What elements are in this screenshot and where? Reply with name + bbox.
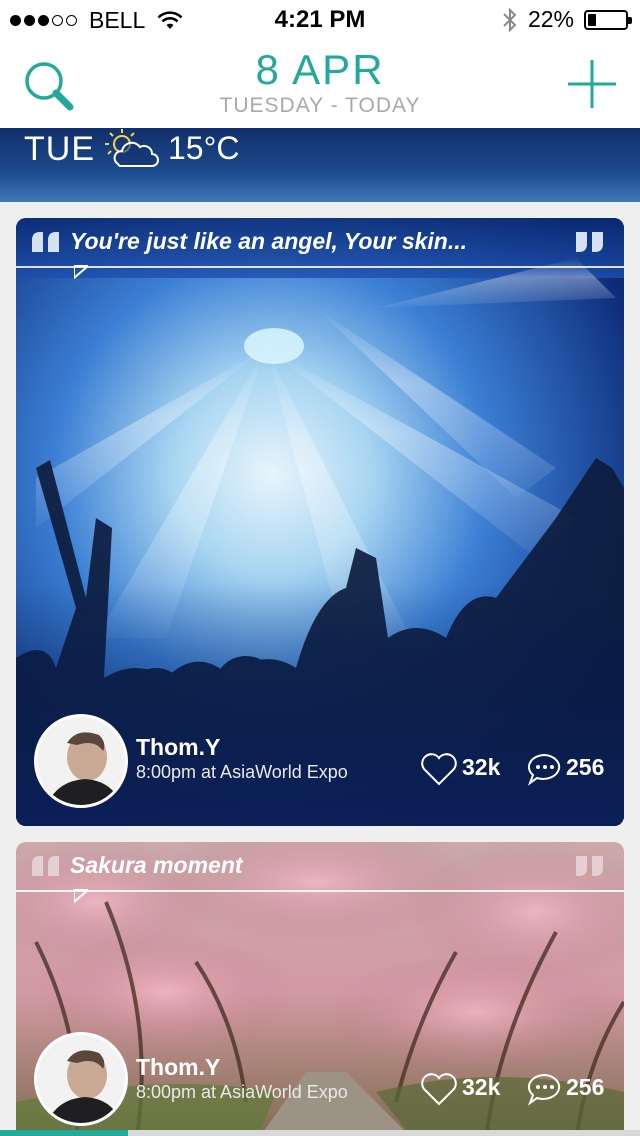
post-card[interactable]: Sakura moment Thom.Y 8:00pm at AsiaWorld… — [16, 842, 624, 1136]
feed[interactable]: You're just like an angel, Your skin... … — [0, 202, 640, 1136]
post-quote-text: You're just like an angel, Your skin... — [70, 228, 468, 254]
comment-icon[interactable] — [526, 752, 564, 786]
like-count: 32k — [462, 754, 501, 780]
post-author[interactable]: Thom.Y — [136, 734, 220, 761]
post-card[interactable]: You're just like an angel, Your skin... … — [16, 218, 624, 826]
add-icon[interactable] — [566, 58, 618, 110]
post-footer: Thom.Y 8:00pm at AsiaWorld Expo 32k 256 — [16, 1030, 624, 1136]
post-time-location: 8:00pm at AsiaWorld Expo — [136, 762, 348, 782]
status-right: 22% — [502, 6, 632, 33]
status-bar: BELL 4:21 PM 22% — [0, 0, 640, 40]
comment-count: 256 — [566, 754, 605, 780]
post-footer: Thom.Y 8:00pm at AsiaWorld Expo 32k 256 — [16, 714, 624, 826]
bluetooth-icon — [503, 7, 517, 32]
partly-sunny-icon — [105, 129, 159, 167]
quote-close-icon — [576, 856, 603, 876]
battery-level — [588, 13, 596, 26]
page-title: 8 APR — [255, 46, 385, 93]
weather-temperature: 15°C — [168, 130, 240, 166]
comment-count: 256 — [566, 1074, 605, 1100]
post-author[interactable]: Thom.Y — [136, 1054, 220, 1081]
nav-bar: 8 APR TUESDAY - TODAY — [0, 40, 640, 128]
heart-icon[interactable] — [420, 1072, 458, 1106]
avatar[interactable] — [34, 1032, 128, 1126]
post-quote-text: Sakura moment — [70, 852, 243, 878]
quote-close-icon — [576, 232, 603, 252]
scroll-progress-fill — [0, 1130, 128, 1136]
post-time-location: 8:00pm at AsiaWorld Expo — [136, 1082, 348, 1102]
post-quote: You're just like an angel, Your skin... — [16, 218, 624, 279]
heart-icon[interactable] — [420, 752, 458, 786]
comment-icon[interactable] — [526, 1072, 564, 1106]
post-quote: Sakura moment — [16, 842, 624, 903]
quote-pointer — [74, 265, 88, 279]
quote-open-icon — [32, 232, 59, 252]
battery-icon — [584, 9, 632, 30]
scroll-progress — [0, 1130, 640, 1136]
weather-banner[interactable]: TUE 15°C — [0, 128, 640, 202]
like-count: 32k — [462, 1074, 501, 1100]
quote-pointer — [74, 889, 88, 903]
page-subtitle: TUESDAY - TODAY — [219, 94, 421, 117]
weather-day: TUE — [24, 130, 95, 168]
battery-percent: 22% — [527, 6, 574, 32]
quote-open-icon — [32, 856, 59, 876]
avatar[interactable] — [34, 714, 128, 808]
